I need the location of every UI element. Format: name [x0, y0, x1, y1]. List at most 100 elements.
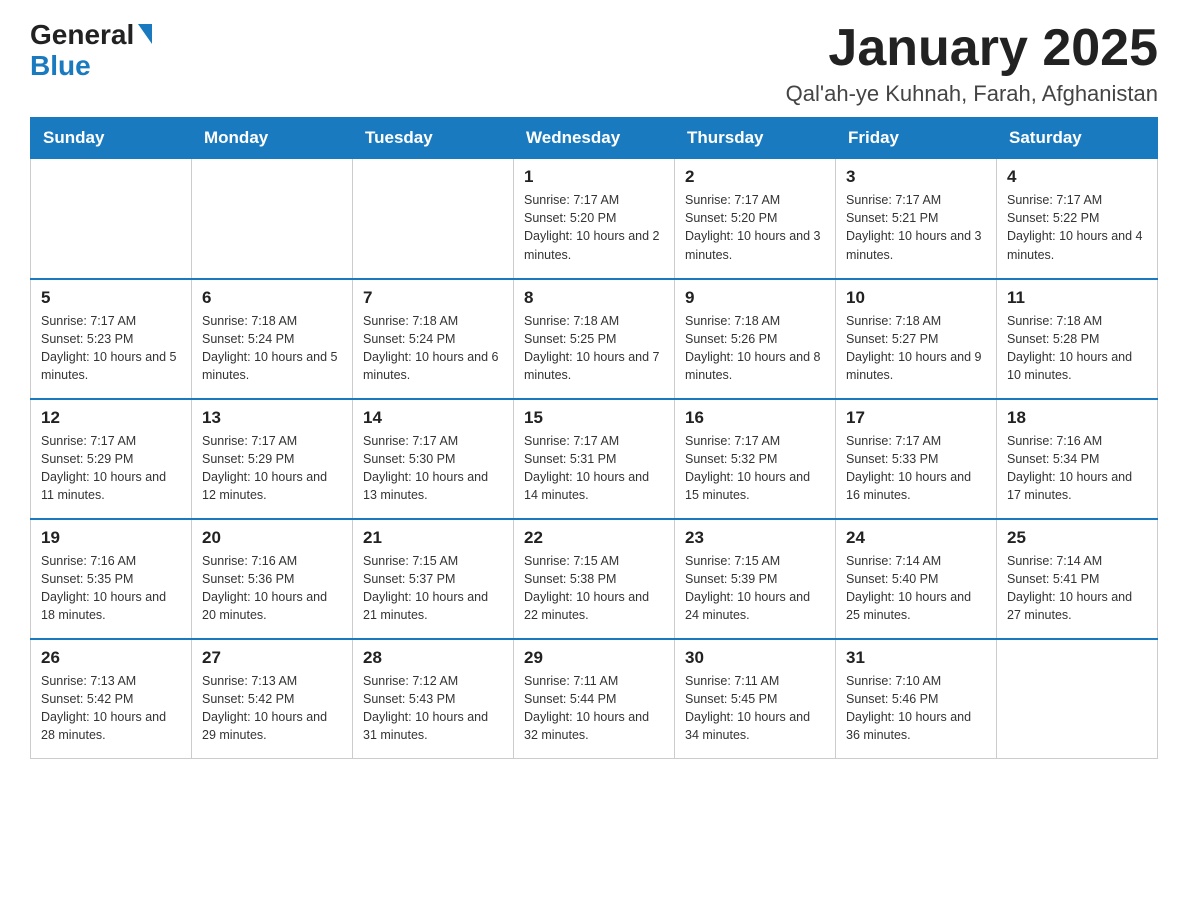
day-number: 6: [202, 288, 342, 308]
day-number: 23: [685, 528, 825, 548]
day-number: 14: [363, 408, 503, 428]
calendar-cell: 28Sunrise: 7:12 AM Sunset: 5:43 PM Dayli…: [353, 639, 514, 759]
day-info: Sunrise: 7:17 AM Sunset: 5:20 PM Dayligh…: [524, 191, 664, 264]
calendar-cell: 10 Sunrise: 7:18 AM Sunset: 5:27 PM Dayli…: [836, 279, 997, 399]
logo-triangle-icon: [138, 24, 152, 44]
logo-blue-text: Blue: [30, 51, 91, 82]
calendar-cell: 15 Sunrise: 7:17 AM Sunset: 5:31 PM Dayli…: [514, 399, 675, 519]
day-number: 19: [41, 528, 181, 548]
day-info: Sunrise: 7:15 AM Sunset: 5:37 PM Dayligh…: [363, 552, 503, 625]
calendar-cell: [192, 159, 353, 279]
day-number: 12: [41, 408, 181, 428]
day-number: 10: [846, 288, 986, 308]
calendar-cell: 30Sunrise: 7:11 AM Sunset: 5:45 PM Dayli…: [675, 639, 836, 759]
day-info: Sunrise: 7:10 AM Sunset: 5:46 PM Dayligh…: [846, 672, 986, 745]
calendar-week-row: 26Sunrise: 7:13 AM Sunset: 5:42 PM Dayli…: [31, 639, 1158, 759]
day-number: 27: [202, 648, 342, 668]
day-info: Sunrise: 7:14 AM Sunset: 5:41 PM Dayligh…: [1007, 552, 1147, 625]
day-info: Sunrise: 7:17 AM Sunset: 5:32 PM Dayligh…: [685, 432, 825, 505]
day-number: 22: [524, 528, 664, 548]
calendar-table: SundayMondayTuesdayWednesdayThursdayFrid…: [30, 117, 1158, 759]
day-number: 9: [685, 288, 825, 308]
calendar-week-row: 19Sunrise: 7:16 AM Sunset: 5:35 PM Dayli…: [31, 519, 1158, 639]
calendar-cell: 7 Sunrise: 7:18 AM Sunset: 5:24 PM Daylig…: [353, 279, 514, 399]
calendar-cell: [997, 639, 1158, 759]
day-info: Sunrise: 7:17 AM Sunset: 5:30 PM Dayligh…: [363, 432, 503, 505]
day-info: Sunrise: 7:17 AM Sunset: 5:21 PM Dayligh…: [846, 191, 986, 264]
location-subtitle: Qal'ah-ye Kuhnah, Farah, Afghanistan: [786, 81, 1158, 107]
calendar-cell: 19Sunrise: 7:16 AM Sunset: 5:35 PM Dayli…: [31, 519, 192, 639]
day-number: 17: [846, 408, 986, 428]
calendar-cell: 23 Sunrise: 7:15 AM Sunset: 5:39 PM Dayli…: [675, 519, 836, 639]
day-number: 7: [363, 288, 503, 308]
calendar-week-row: 1Sunrise: 7:17 AM Sunset: 5:20 PM Daylig…: [31, 159, 1158, 279]
day-info: Sunrise: 7:17 AM Sunset: 5:29 PM Dayligh…: [202, 432, 342, 505]
day-info: Sunrise: 7:15 AM Sunset: 5:38 PM Dayligh…: [524, 552, 664, 625]
calendar-cell: 12 Sunrise: 7:17 AM Sunset: 5:29 PM Dayli…: [31, 399, 192, 519]
day-info: Sunrise: 7:15 AM Sunset: 5:39 PM Dayligh…: [685, 552, 825, 625]
day-number: 31: [846, 648, 986, 668]
calendar-cell: 25Sunrise: 7:14 AM Sunset: 5:41 PM Dayli…: [997, 519, 1158, 639]
day-number: 16: [685, 408, 825, 428]
day-number: 5: [41, 288, 181, 308]
calendar-cell: 26Sunrise: 7:13 AM Sunset: 5:42 PM Dayli…: [31, 639, 192, 759]
day-number: 3: [846, 167, 986, 187]
day-info: Sunrise: 7:14 AM Sunset: 5:40 PM Dayligh…: [846, 552, 986, 625]
day-number: 24: [846, 528, 986, 548]
day-info: Sunrise: 7:18 AM Sunset: 5:24 PM Dayligh…: [363, 312, 503, 385]
calendar-cell: 11Sunrise: 7:18 AM Sunset: 5:28 PM Dayli…: [997, 279, 1158, 399]
calendar-cell: 8Sunrise: 7:18 AM Sunset: 5:25 PM Daylig…: [514, 279, 675, 399]
day-number: 20: [202, 528, 342, 548]
day-number: 8: [524, 288, 664, 308]
calendar-cell: 4 Sunrise: 7:17 AM Sunset: 5:22 PM Daylig…: [997, 159, 1158, 279]
day-info: Sunrise: 7:17 AM Sunset: 5:31 PM Dayligh…: [524, 432, 664, 505]
calendar-cell: 16 Sunrise: 7:17 AM Sunset: 5:32 PM Dayli…: [675, 399, 836, 519]
weekday-header-row: SundayMondayTuesdayWednesdayThursdayFrid…: [31, 118, 1158, 159]
calendar-cell: 5Sunrise: 7:17 AM Sunset: 5:23 PM Daylig…: [31, 279, 192, 399]
day-info: Sunrise: 7:18 AM Sunset: 5:26 PM Dayligh…: [685, 312, 825, 385]
calendar-cell: 6 Sunrise: 7:18 AM Sunset: 5:24 PM Daylig…: [192, 279, 353, 399]
calendar-week-row: 5Sunrise: 7:17 AM Sunset: 5:23 PM Daylig…: [31, 279, 1158, 399]
day-info: Sunrise: 7:17 AM Sunset: 5:22 PM Dayligh…: [1007, 191, 1147, 264]
calendar-cell: 22 Sunrise: 7:15 AM Sunset: 5:38 PM Dayli…: [514, 519, 675, 639]
weekday-header-tuesday: Tuesday: [353, 118, 514, 159]
calendar-cell: 18Sunrise: 7:16 AM Sunset: 5:34 PM Dayli…: [997, 399, 1158, 519]
day-info: Sunrise: 7:12 AM Sunset: 5:43 PM Dayligh…: [363, 672, 503, 745]
day-info: Sunrise: 7:18 AM Sunset: 5:27 PM Dayligh…: [846, 312, 986, 385]
day-info: Sunrise: 7:11 AM Sunset: 5:44 PM Dayligh…: [524, 672, 664, 745]
page-header: General Blue January 2025 Qal'ah-ye Kuhn…: [30, 20, 1158, 107]
day-info: Sunrise: 7:17 AM Sunset: 5:33 PM Dayligh…: [846, 432, 986, 505]
day-number: 15: [524, 408, 664, 428]
day-number: 4: [1007, 167, 1147, 187]
day-info: Sunrise: 7:17 AM Sunset: 5:20 PM Dayligh…: [685, 191, 825, 264]
weekday-header-saturday: Saturday: [997, 118, 1158, 159]
logo: General Blue: [30, 20, 152, 82]
calendar-cell: [353, 159, 514, 279]
day-number: 13: [202, 408, 342, 428]
calendar-cell: 24 Sunrise: 7:14 AM Sunset: 5:40 PM Dayli…: [836, 519, 997, 639]
calendar-cell: 1Sunrise: 7:17 AM Sunset: 5:20 PM Daylig…: [514, 159, 675, 279]
day-info: Sunrise: 7:11 AM Sunset: 5:45 PM Dayligh…: [685, 672, 825, 745]
day-info: Sunrise: 7:13 AM Sunset: 5:42 PM Dayligh…: [41, 672, 181, 745]
weekday-header-monday: Monday: [192, 118, 353, 159]
calendar-cell: [31, 159, 192, 279]
day-info: Sunrise: 7:17 AM Sunset: 5:29 PM Dayligh…: [41, 432, 181, 505]
calendar-cell: 31 Sunrise: 7:10 AM Sunset: 5:46 PM Dayli…: [836, 639, 997, 759]
calendar-cell: 27 Sunrise: 7:13 AM Sunset: 5:42 PM Dayli…: [192, 639, 353, 759]
calendar-cell: 9 Sunrise: 7:18 AM Sunset: 5:26 PM Daylig…: [675, 279, 836, 399]
day-number: 21: [363, 528, 503, 548]
calendar-cell: 20Sunrise: 7:16 AM Sunset: 5:36 PM Dayli…: [192, 519, 353, 639]
day-info: Sunrise: 7:13 AM Sunset: 5:42 PM Dayligh…: [202, 672, 342, 745]
calendar-cell: 21 Sunrise: 7:15 AM Sunset: 5:37 PM Dayli…: [353, 519, 514, 639]
logo-general-text: General: [30, 20, 134, 51]
weekday-header-thursday: Thursday: [675, 118, 836, 159]
day-info: Sunrise: 7:18 AM Sunset: 5:24 PM Dayligh…: [202, 312, 342, 385]
calendar-week-row: 12 Sunrise: 7:17 AM Sunset: 5:29 PM Dayli…: [31, 399, 1158, 519]
weekday-header-sunday: Sunday: [31, 118, 192, 159]
calendar-cell: 29Sunrise: 7:11 AM Sunset: 5:44 PM Dayli…: [514, 639, 675, 759]
calendar-cell: 14 Sunrise: 7:17 AM Sunset: 5:30 PM Dayli…: [353, 399, 514, 519]
calendar-cell: 2 Sunrise: 7:17 AM Sunset: 5:20 PM Daylig…: [675, 159, 836, 279]
day-number: 2: [685, 167, 825, 187]
day-info: Sunrise: 7:16 AM Sunset: 5:34 PM Dayligh…: [1007, 432, 1147, 505]
day-number: 11: [1007, 288, 1147, 308]
